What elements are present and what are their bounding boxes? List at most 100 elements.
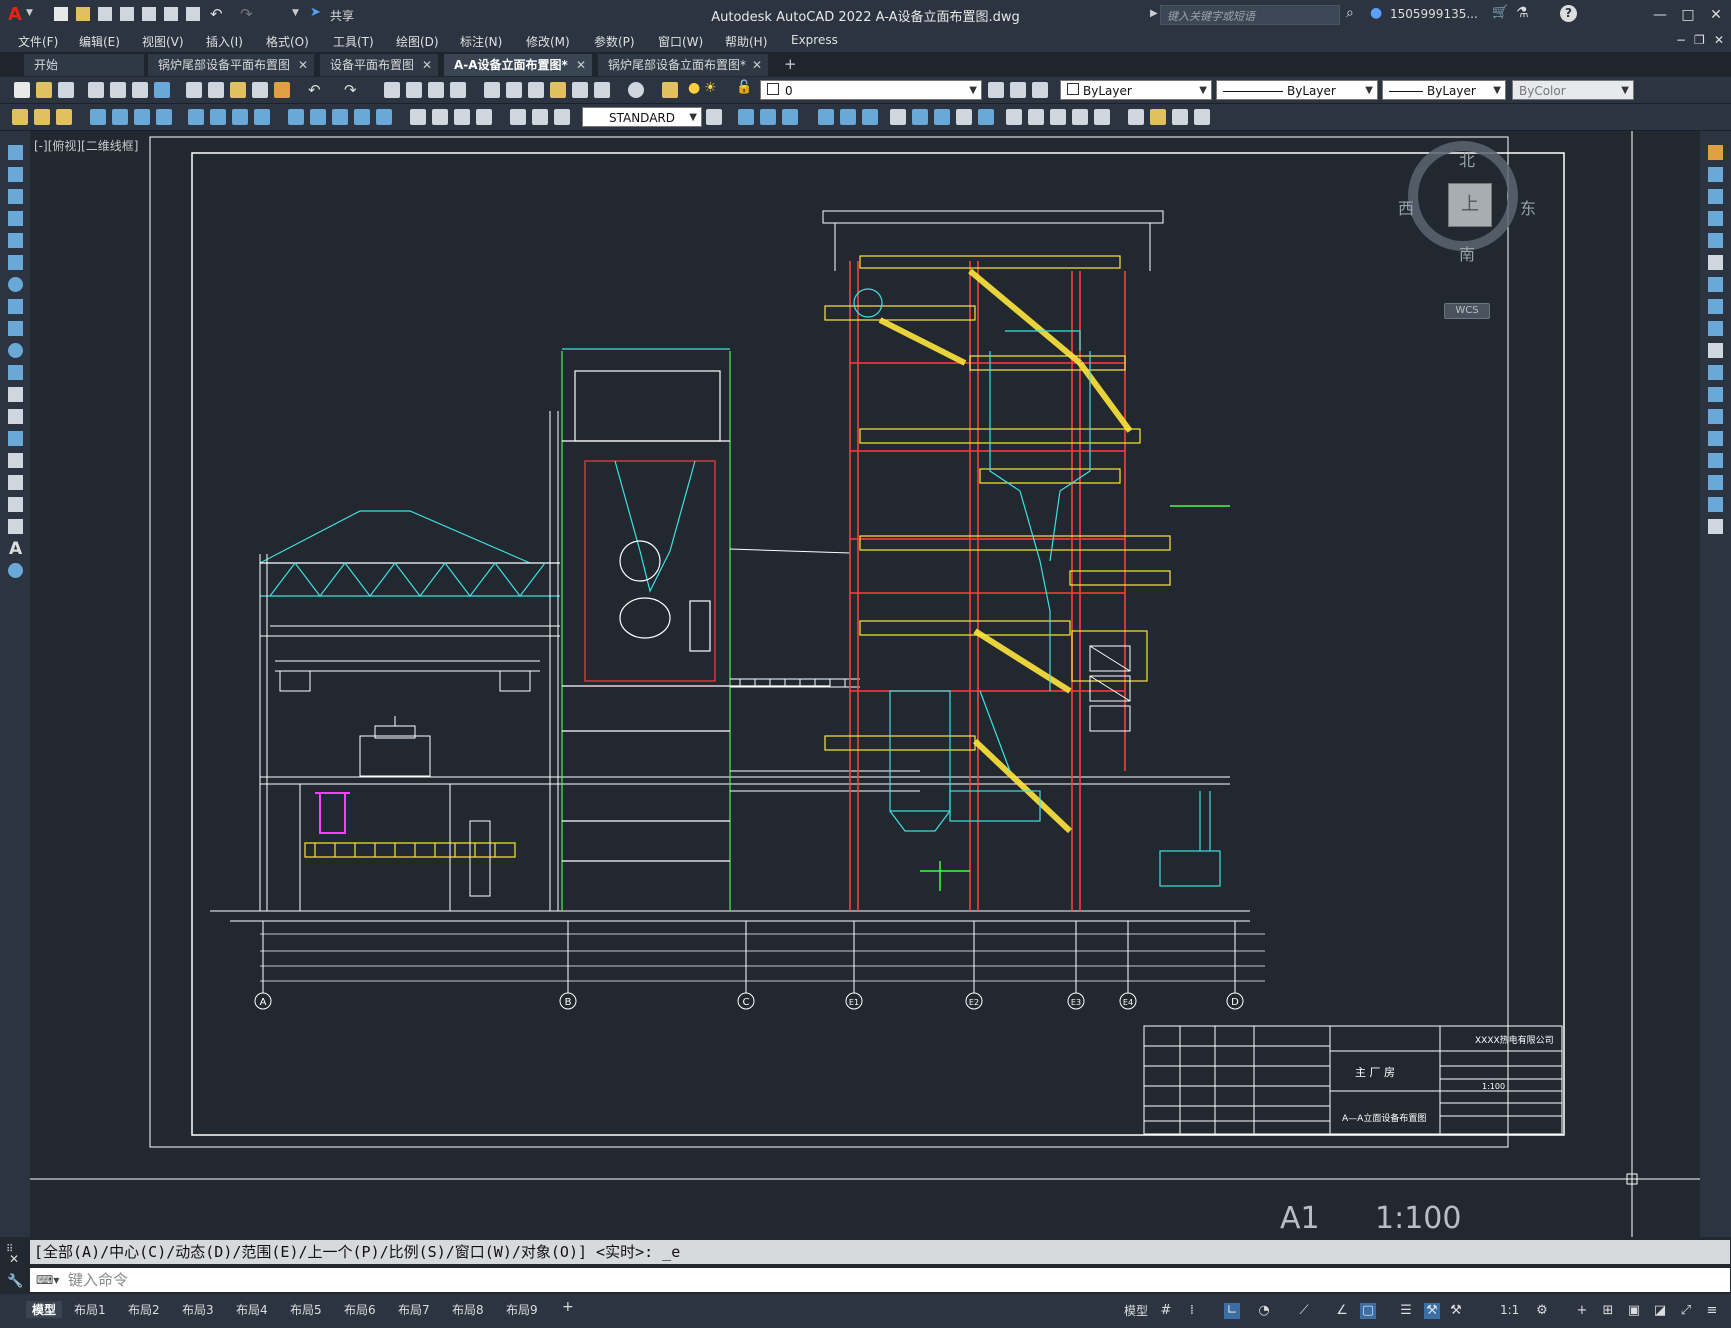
rotate-icon[interactable]: [862, 109, 878, 125]
save-web-icon[interactable]: [164, 7, 178, 21]
lineweight-dropdown[interactable]: ByLayer ▼: [1382, 80, 1506, 100]
plot-preview-icon[interactable]: [110, 82, 126, 98]
zoom-realtime-icon[interactable]: [406, 82, 422, 98]
model-space-canvas[interactable]: [-][俯视][二维线框] A B C E1 E2 E3 E4 D XXXX热电…: [30, 131, 1700, 1237]
center-mark-icon[interactable]: [432, 109, 448, 125]
stretch-icon[interactable]: [1708, 321, 1723, 336]
snap-icon[interactable]: ⁞: [1184, 1303, 1200, 1319]
diameter-dimension-icon[interactable]: [232, 109, 248, 125]
move-icon[interactable]: [1708, 255, 1723, 270]
layer-lock-icon[interactable]: 🔓: [736, 80, 752, 95]
trim-icon[interactable]: [1708, 343, 1723, 358]
revision-cloud-icon[interactable]: [8, 299, 23, 314]
plot-icon[interactable]: [186, 7, 200, 21]
stretch-icon[interactable]: [912, 109, 928, 125]
construction-line-icon[interactable]: [8, 167, 23, 182]
doc-minimize-button[interactable]: −: [1676, 33, 1686, 47]
draworder-icon[interactable]: [12, 109, 28, 125]
extend-icon[interactable]: [956, 109, 972, 125]
annotation-visibility-icon[interactable]: ⚒: [1424, 1303, 1440, 1319]
arc-icon[interactable]: [8, 255, 23, 270]
close-tab-icon[interactable]: ✕: [422, 54, 432, 76]
insert-block-icon[interactable]: [8, 387, 23, 402]
object-snap-icon[interactable]: ▢: [1360, 1303, 1376, 1319]
annotation-scale[interactable]: 1:1: [1500, 1303, 1519, 1317]
hatch-icon[interactable]: [8, 453, 23, 468]
redo-icon[interactable]: ↷: [344, 81, 357, 99]
layout-tab-8[interactable]: 布局8: [452, 1301, 484, 1318]
user-account[interactable]: 1505999135...: [1390, 7, 1478, 21]
scale-icon[interactable]: [1708, 299, 1723, 314]
dimension-style-icon[interactable]: [706, 109, 722, 125]
search-expand-icon[interactable]: ▶: [1150, 8, 1158, 19]
array-icon[interactable]: [818, 109, 834, 125]
match-properties-icon[interactable]: [252, 82, 268, 98]
maximize-button[interactable]: □: [1676, 4, 1700, 26]
add-selected-icon[interactable]: [8, 563, 23, 578]
grid-icon[interactable]: #: [1158, 1303, 1174, 1319]
inspection-icon[interactable]: [454, 109, 470, 125]
dimension-space-icon[interactable]: [354, 109, 370, 125]
jogged-dimension-icon[interactable]: [210, 109, 226, 125]
doc-restore-button[interactable]: ❐: [1694, 33, 1705, 47]
menu-view[interactable]: 视图(V): [142, 33, 184, 50]
tab-boiler-rear-plan[interactable]: 锅炉尾部设备平面布置图 ✕: [148, 54, 314, 76]
break-at-point-icon[interactable]: [1708, 387, 1723, 402]
join-icon[interactable]: [1708, 431, 1723, 446]
move-icon[interactable]: [840, 109, 856, 125]
zoom-previous-icon[interactable]: [450, 82, 466, 98]
add-layout-button[interactable]: +: [562, 1299, 574, 1315]
rectangle-icon[interactable]: [8, 233, 23, 248]
tab-boiler-rear-elevation[interactable]: 锅炉尾部设备立面布置图* ✕: [598, 54, 768, 76]
new-icon[interactable]: [54, 7, 68, 21]
menu-help[interactable]: 帮助(H): [725, 33, 767, 50]
close-tab-icon[interactable]: ✕: [298, 54, 308, 76]
ortho-icon[interactable]: ∟: [1224, 1303, 1240, 1319]
menu-format[interactable]: 格式(O): [266, 33, 309, 50]
layout-tab-3[interactable]: 布局3: [182, 1301, 214, 1318]
aligned-dimension-icon[interactable]: [112, 109, 128, 125]
jogged-linear-icon[interactable]: [476, 109, 492, 125]
plot-icon[interactable]: [88, 82, 104, 98]
color-dropdown[interactable]: ByLayer ▼: [1060, 80, 1212, 100]
linetype-dropdown[interactable]: ByLayer ▼: [1216, 80, 1378, 100]
user-icon[interactable]: ●: [1370, 5, 1382, 21]
copy-icon[interactable]: [208, 82, 224, 98]
layout-tab-model[interactable]: 模型: [26, 1301, 63, 1318]
customize-arrow-icon[interactable]: ▼: [292, 8, 299, 18]
polar-tracking-icon[interactable]: ◔: [1256, 1303, 1272, 1319]
sheet-set-icon[interactable]: [550, 82, 566, 98]
point-icon[interactable]: [8, 431, 23, 446]
model-space-button[interactable]: 模型: [1124, 1302, 1148, 1319]
command-close-icon[interactable]: ✕: [9, 1252, 19, 1266]
viewcube-west[interactable]: 西: [1398, 195, 1414, 219]
help-icon[interactable]: [628, 82, 644, 98]
undo-icon[interactable]: ↶: [210, 5, 223, 23]
minimize-button[interactable]: —: [1648, 4, 1672, 26]
break-icon[interactable]: [1708, 409, 1723, 424]
mirror-icon[interactable]: [760, 109, 776, 125]
chamfer-icon[interactable]: [1028, 109, 1044, 125]
layout-tab-5[interactable]: 布局5: [290, 1301, 322, 1318]
viewcube-top-face[interactable]: 上: [1448, 183, 1492, 227]
cut-icon[interactable]: [186, 82, 202, 98]
polygon-icon[interactable]: [8, 211, 23, 226]
baseline-dimension-icon[interactable]: [310, 109, 326, 125]
tab-aa-elevation[interactable]: A-A设备立面布置图* ✕: [444, 54, 592, 76]
offset-icon[interactable]: [1708, 211, 1723, 226]
break-icon[interactable]: [978, 109, 994, 125]
units-icon[interactable]: ⊞: [1600, 1303, 1616, 1319]
insert-block-icon[interactable]: [1128, 109, 1144, 125]
layout-tab-2[interactable]: 布局2: [128, 1301, 160, 1318]
chamfer-icon[interactable]: [1708, 453, 1723, 468]
plot-style-dropdown[interactable]: ByColor ▼: [1512, 80, 1634, 100]
menu-edit[interactable]: 编辑(E): [79, 33, 120, 50]
isodraft-icon[interactable]: ⟋: [1296, 1303, 1312, 1319]
doc-close-button[interactable]: ✕: [1714, 33, 1724, 47]
make-current-layer-icon[interactable]: [988, 82, 1004, 98]
block-editor-icon[interactable]: [274, 82, 290, 98]
make-block-icon[interactable]: [8, 409, 23, 424]
object-snap-tracking-icon[interactable]: ∠: [1334, 1303, 1350, 1319]
explode-icon[interactable]: [1050, 109, 1066, 125]
share-button[interactable]: 共享: [330, 7, 354, 24]
